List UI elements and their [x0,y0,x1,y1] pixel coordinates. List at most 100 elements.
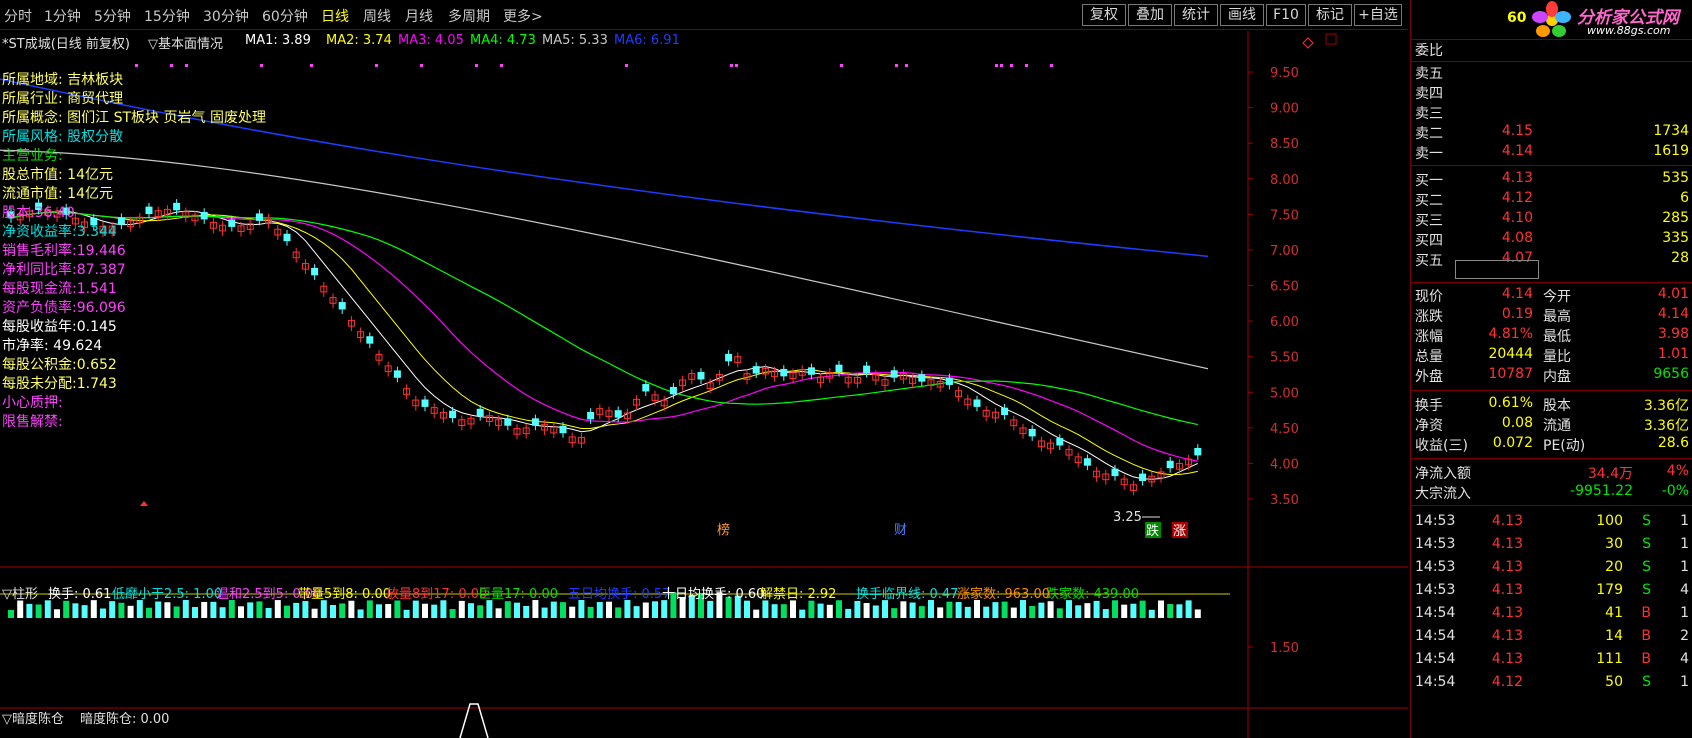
volume-indicator-item: ▽柱形 [2,587,38,602]
fuquan-button[interactable]: 复权 [1082,4,1126,26]
quote-label: 涨跌 [1415,309,1443,325]
volume-bar [339,603,346,618]
volume-bar [661,600,668,618]
info-line: 每股公积金:0.652 [2,357,117,373]
info-line: 主营业务: [2,148,63,164]
marker-dot [185,64,188,67]
tick-count: 4 [1680,651,1689,667]
volume-bar [412,600,419,618]
volume-bar [403,609,410,618]
marker-dot [135,64,138,67]
candle-body [393,370,401,378]
flow-pct: 4% [1666,463,1689,479]
flower-icon [1532,1,1571,37]
ma6-line [0,78,1209,258]
tab-daily[interactable]: 日线 [321,6,349,26]
bid-row: 买五 4.07 28 [1411,250,1692,270]
candle-body [1028,428,1036,437]
quote-value: 10787 [1488,366,1533,382]
tick-side: B [1641,605,1651,621]
quote-label: 内盘 [1543,369,1571,385]
info-line: 所属地域: 吉林板块 [2,72,124,88]
volume-bar [164,602,171,618]
tick-time: 14:53 [1415,582,1456,598]
ask-row: 卖三 [1411,103,1692,123]
volume-bar [974,600,980,618]
tab-fenshi[interactable]: 分时 [4,6,32,26]
tab-15min[interactable]: 15分钟 [144,6,190,26]
stats-button[interactable]: 统计 [1174,4,1218,26]
tab-weekly[interactable]: 周线 [363,6,391,26]
bid-vol: 28 [1671,250,1689,266]
info-line: 市净率: 49.624 [2,338,103,354]
bid-price: 4.08 [1501,230,1533,246]
draw-button[interactable]: 画线 [1220,4,1264,26]
candle-body [1166,460,1174,469]
marker-dot [895,64,898,67]
volume-bar [265,607,272,618]
price-tick-label: 4.50 [1270,422,1299,437]
kline-chart[interactable]: 9.50 9.00 8.50 8.00 7.50 7.00 6.50 6.00 5.50 5.00… [0,31,1408,738]
volume-bar [928,600,934,618]
finance-value: 28.6 [1657,435,1689,451]
volume-bar [1130,603,1137,618]
ma2-line [10,211,1198,476]
volume-bar [891,608,898,618]
overlay-button[interactable]: 叠加 [1128,4,1172,26]
volume-bar [109,601,116,618]
mark-button[interactable]: 标记 [1308,4,1352,26]
f10-button[interactable]: F10 [1266,4,1306,26]
volume-bar [394,600,401,618]
marker-dot [420,64,423,67]
quote-row: 涨跌 0.19 最高 4.14 [1411,306,1692,326]
tab-60min[interactable]: 60分钟 [262,6,308,26]
selected-bid-box[interactable] [1455,260,1539,279]
marker-dot [730,64,733,67]
marker-dot [1000,64,1003,67]
logo: 60 分析家公式网 www.88gs.com [1411,0,1692,40]
volume-bar [284,605,290,618]
tab-multi-period[interactable]: 多周期 [448,6,490,26]
volume-indicator-item: 跌家数: 439.00 [1046,587,1139,602]
tick-price: 4.13 [1491,536,1523,552]
candle-body [117,217,125,225]
tab-1min[interactable]: 1分钟 [44,6,81,26]
tick-volume: 50 [1605,674,1623,690]
tick-volume: 111 [1596,651,1623,667]
price-tick-label: 8.50 [1270,137,1299,152]
flow-pct: -0% [1661,483,1689,499]
finance-label: 股本 [1543,398,1571,414]
info-line: 股本:36.40 [2,205,75,221]
tick-count: 1 [1680,559,1689,575]
volume-bar [541,607,548,618]
tab-5min[interactable]: 5分钟 [94,6,131,26]
candles [7,198,1202,496]
volume-bar [578,600,585,618]
volume-bar [1176,604,1183,618]
volume-bar [238,606,244,618]
quote-row: 现价 4.14 今开 4.01 [1411,286,1692,306]
finance-value: 0.08 [1501,415,1533,431]
tick-volume: 41 [1605,605,1623,621]
candle-body [780,368,788,377]
tab-more[interactable]: 更多> [503,6,543,26]
candle-body [918,374,926,382]
finance-value: 0.072 [1492,435,1533,451]
up-arrow-icon [140,501,148,506]
tab-30min[interactable]: 30分钟 [203,6,249,26]
tag-cai: 财 [894,523,907,538]
tick-price: 4.12 [1491,674,1523,690]
volume-bar [366,600,373,618]
tick-row: 14:54 4.13 41 B 1 [1411,605,1692,625]
volume-indicator-item: 十日均换手: 0.60 [662,587,765,602]
tab-monthly[interactable]: 月线 [405,6,433,26]
volume-bar [320,600,327,618]
divider [1411,61,1692,62]
volume-bar [1093,600,1100,618]
bottom-indicator-title[interactable]: ▽暗度陈仓 [2,708,64,727]
add-watchlist-button[interactable]: +自选 [1354,4,1402,26]
price-tick-label: 7.00 [1270,244,1299,259]
volume-bar [1056,608,1063,618]
tick-time: 14:54 [1415,605,1456,621]
spike-line [459,703,489,738]
